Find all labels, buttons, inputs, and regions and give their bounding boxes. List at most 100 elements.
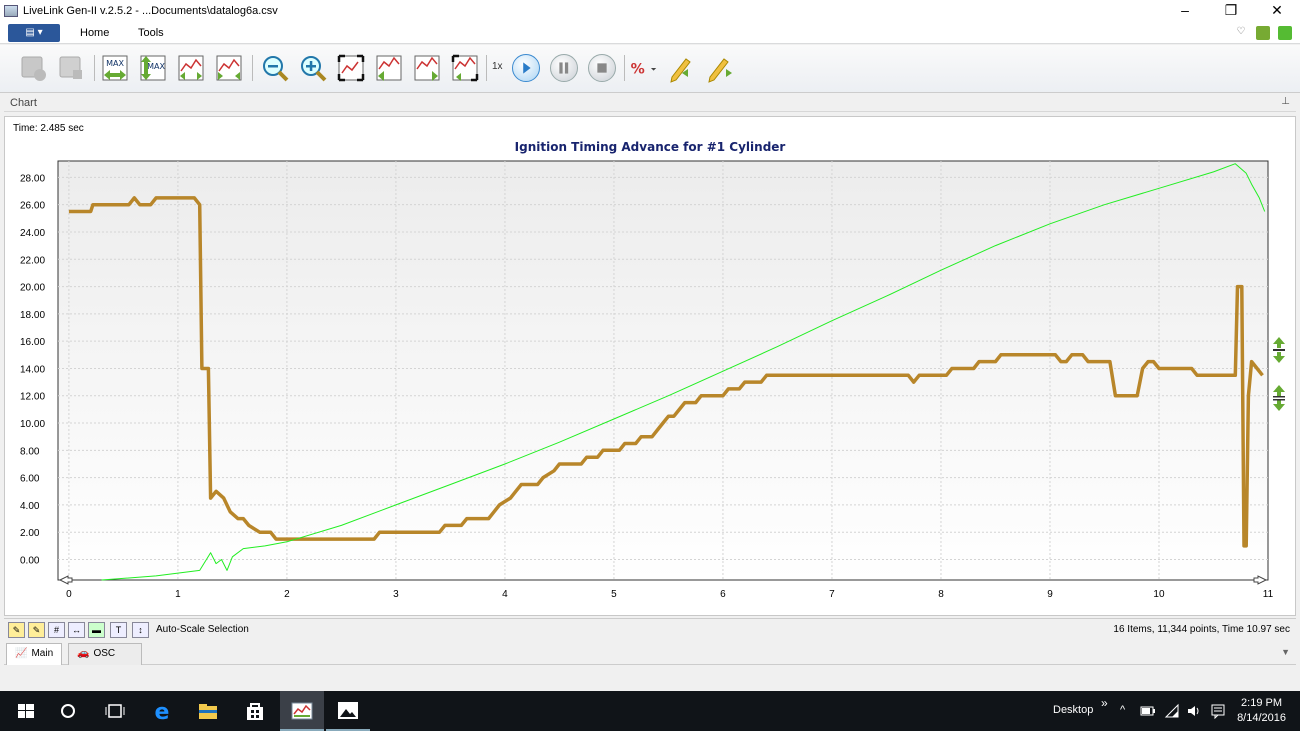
vertical-scale-up-icon[interactable] xyxy=(1272,336,1286,364)
minimize-button[interactable]: – xyxy=(1162,0,1208,22)
pause-button[interactable] xyxy=(550,54,578,82)
x-tick-label: 9 xyxy=(1047,589,1053,600)
auto-scale-selection-label[interactable]: Auto-Scale Selection xyxy=(156,624,249,635)
pan-left-icon[interactable] xyxy=(374,53,404,83)
x-tick-label: 11 xyxy=(1263,589,1274,600)
y-tick-label: 28.00 xyxy=(20,173,45,184)
horizontal-fit-icon[interactable]: ↔ xyxy=(68,622,85,638)
application-menu-button[interactable]: ▤ ▾ xyxy=(8,24,60,42)
wifi-icon[interactable] xyxy=(1164,703,1180,719)
zoom-out-icon[interactable] xyxy=(260,53,290,83)
title-bar: LiveLink Gen-II v.2.5.2 - ...Documents\d… xyxy=(0,0,1300,22)
stop-record-disabled-icon[interactable] xyxy=(56,53,86,83)
y-tick-label: 20.00 xyxy=(20,283,45,294)
chart-panel-header: Chart ⊥ xyxy=(4,94,1296,112)
battery-icon[interactable] xyxy=(1140,704,1156,718)
export-icon[interactable] xyxy=(1278,26,1292,40)
tab-home[interactable]: Home xyxy=(80,27,109,39)
y-tick-label: 12.00 xyxy=(20,392,45,403)
x-tick-label: 7 xyxy=(829,589,835,600)
label-toggle-icon[interactable]: T xyxy=(110,622,127,638)
file-explorer-icon[interactable] xyxy=(196,699,220,723)
system-clock[interactable]: 2:19 PM 8/14/2016 xyxy=(1237,696,1286,726)
pan-right-icon[interactable] xyxy=(412,53,442,83)
photos-taskbar-button[interactable] xyxy=(326,691,370,731)
scale-fit-icon[interactable] xyxy=(176,53,206,83)
ignition-timing-chart[interactable]: 0.00 2.00 4.00 6.00 8.00 10.00 12.00 14.00 16.00… xyxy=(5,117,1295,615)
toolbar: MAX MAX 1x % xyxy=(0,45,1300,93)
record-disabled-icon[interactable] xyxy=(18,53,48,83)
tab-main-label: Main xyxy=(31,648,54,659)
tab-main[interactable]: 📈 Main xyxy=(6,643,63,665)
pin-icon[interactable]: ⊥ xyxy=(1281,96,1290,107)
pause-icon xyxy=(559,62,569,74)
y-tick-label: 6.00 xyxy=(20,474,40,485)
stop-button[interactable] xyxy=(588,54,616,82)
app-icon xyxy=(4,5,18,17)
chart-bottom-bar: ✎ ✎ # ↔ ▬ T ↕ Auto-Scale Selection 16 It… xyxy=(4,618,1296,640)
svg-text:MAX: MAX xyxy=(147,62,165,71)
percent-dropdown-icon[interactable]: % xyxy=(628,53,662,83)
tab-tools[interactable]: Tools xyxy=(138,27,164,39)
auto-scale-icon[interactable]: ↕ xyxy=(132,622,149,638)
toolbar-overflow-icon[interactable]: » xyxy=(1101,696,1108,710)
vertical-scale-down-icon[interactable] xyxy=(1272,384,1286,412)
zoom-in-icon[interactable] xyxy=(298,53,328,83)
x-tick-label: 8 xyxy=(938,589,944,600)
windows-taskbar: e Desktop » ^ 2:19 PM 8/14/2016 xyxy=(0,691,1300,731)
close-button[interactable]: ✕ xyxy=(1254,0,1300,22)
desktop-toolbar-label[interactable]: Desktop xyxy=(1053,704,1093,716)
y-tick-label: 14.00 xyxy=(20,364,45,375)
document-tabs: 📈 Main 🚗 OSC ▼ xyxy=(4,641,1296,665)
save-layout-icon[interactable] xyxy=(1256,26,1270,40)
fit-all-icon[interactable] xyxy=(336,53,366,83)
grid-toggle-icon[interactable]: # xyxy=(48,622,65,638)
play-button[interactable] xyxy=(512,54,540,82)
y-tick-label: 10.00 xyxy=(20,419,45,430)
x-tick-label: 5 xyxy=(611,589,617,600)
volume-icon[interactable] xyxy=(1186,703,1202,719)
show-hidden-icons-icon[interactable]: ^ xyxy=(1120,704,1125,716)
x-tick-label: 10 xyxy=(1153,589,1165,600)
collapse-ribbon-icon[interactable]: ♡ xyxy=(1234,26,1248,40)
chart-area[interactable]: Time: 2.485 sec Ignition Timing Advance … xyxy=(4,116,1296,616)
y-tick-label: 18.00 xyxy=(20,310,45,321)
y-tick-label: 22.00 xyxy=(20,255,45,266)
tabs-dropdown-icon[interactable]: ▼ xyxy=(1281,647,1290,657)
y-tick-label: 4.00 xyxy=(20,501,40,512)
task-view-icon[interactable] xyxy=(103,699,127,723)
livelink-taskbar-button[interactable] xyxy=(280,691,324,731)
action-center-icon[interactable] xyxy=(1210,703,1226,719)
legend-toggle-icon[interactable]: ▬ xyxy=(88,622,105,638)
marker-remove-icon[interactable]: ✎ xyxy=(28,622,45,638)
window-title: LiveLink Gen-II v.2.5.2 - ...Documents\d… xyxy=(23,5,278,17)
tab-osc-label: OSC xyxy=(93,648,116,659)
max-horizontal-icon[interactable]: MAX xyxy=(100,53,130,83)
svg-text:%: % xyxy=(631,61,645,77)
chart-icon: 📈 xyxy=(15,648,28,659)
restore-button[interactable]: ❐ xyxy=(1208,0,1254,22)
x-tick-label: 2 xyxy=(284,589,290,600)
clock-time: 2:19 PM xyxy=(1241,697,1283,709)
search-icon[interactable] xyxy=(56,699,80,723)
play-icon xyxy=(523,62,531,74)
edge-browser-icon[interactable]: e xyxy=(150,699,174,723)
clock-date: 8/14/2016 xyxy=(1237,712,1286,724)
marker-add-icon[interactable]: ✎ xyxy=(8,622,25,638)
cursor-mode-icon[interactable] xyxy=(450,53,480,83)
y-tick-label: 2.00 xyxy=(20,528,40,539)
playback-speed-label[interactable]: 1x xyxy=(492,61,503,72)
svg-text:e: e xyxy=(155,700,170,723)
x-tick-label: 4 xyxy=(502,589,508,600)
store-icon[interactable] xyxy=(243,699,267,723)
x-tick-label: 3 xyxy=(393,589,399,600)
tab-osc[interactable]: 🚗 OSC xyxy=(68,643,142,665)
car-icon: 🚗 xyxy=(77,648,90,659)
livelink-app-icon xyxy=(291,702,313,720)
annotate-prev-icon[interactable] xyxy=(666,53,696,83)
stop-icon xyxy=(597,63,607,73)
annotate-next-icon[interactable] xyxy=(704,53,734,83)
windows-start-icon[interactable] xyxy=(14,699,38,723)
max-vertical-icon[interactable]: MAX xyxy=(138,53,168,83)
scale-data-icon[interactable] xyxy=(214,53,244,83)
